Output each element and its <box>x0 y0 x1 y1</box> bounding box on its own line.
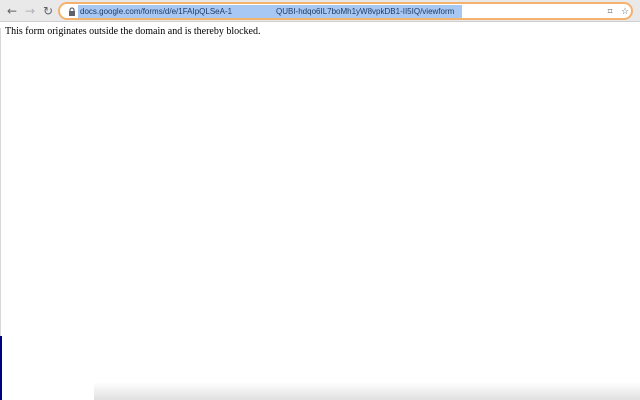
left-blue-edge <box>0 336 2 400</box>
qr-code-icon[interactable]: ⌗ <box>604 6 616 18</box>
bottom-shadow <box>94 382 640 400</box>
url-text-left: docs.google.com/forms/d/e/1FAIpQLSeA-1 <box>80 7 233 16</box>
reload-icon[interactable]: ↻ <box>40 3 56 19</box>
lock-icon <box>69 7 75 16</box>
bookmark-star-icon[interactable]: ☆ <box>619 6 631 18</box>
back-arrow-icon[interactable]: ← <box>4 3 20 19</box>
page-content: This form originates outside the domain … <box>5 26 625 38</box>
url-text-right: QUBI-hdqo6IL7boMh1yW8vpkDB1-II5IQ/viewfo… <box>276 7 455 16</box>
forward-arrow-icon[interactable]: → <box>22 3 38 19</box>
browser-toolbar: ← → ↻ docs.google.com/forms/d/e/1FAIpQLS… <box>0 0 640 22</box>
address-bar[interactable]: docs.google.com/forms/d/e/1FAIpQLSeA-1 Q… <box>58 2 633 20</box>
blocked-message: This form originates outside the domain … <box>5 26 261 37</box>
